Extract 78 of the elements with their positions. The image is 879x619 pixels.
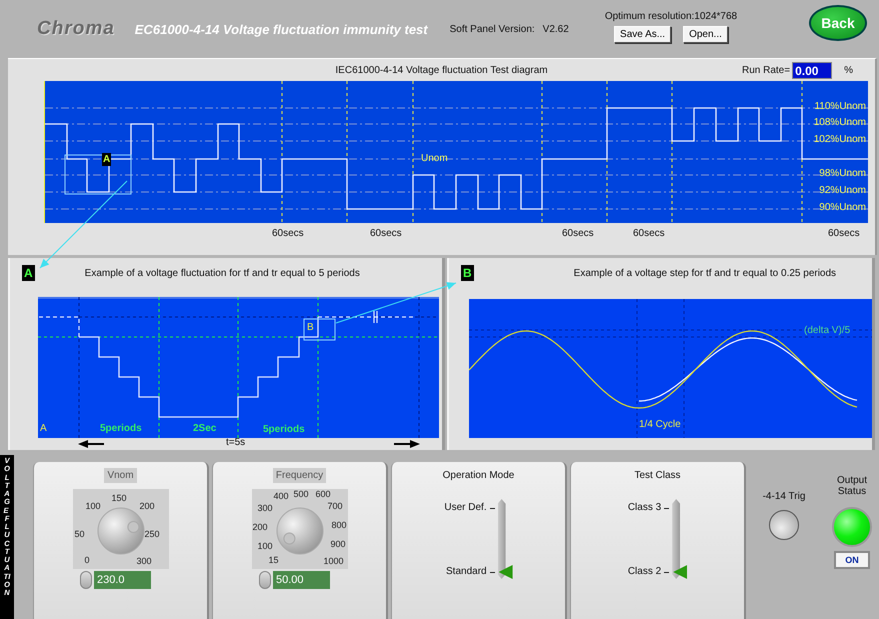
duration-label: 60secs	[633, 228, 665, 239]
value-field[interactable]: 230.0	[94, 571, 151, 589]
duration-label: 60secs	[562, 228, 594, 239]
detail-frame	[64, 154, 132, 194]
arrow-icon	[78, 440, 104, 448]
save-as-button[interactable]: Save As...	[614, 26, 672, 43]
level-label: 102%Unom	[814, 134, 866, 145]
scale-label: 600	[316, 489, 331, 499]
run-rate-label: Run Rate=	[742, 64, 790, 76]
option-label[interactable]: Standard	[446, 565, 513, 579]
logo: Chroma	[37, 18, 115, 40]
delta-label: (delta V)/5	[804, 325, 850, 336]
spin-buttons[interactable]	[259, 571, 271, 589]
scale-label: 300	[136, 556, 152, 566]
corner-label: A	[40, 423, 47, 434]
level-label: 92%Unom	[819, 185, 866, 196]
panel-title: Example of a voltage fluctuation for tf and tr equal to 5 periods	[84, 268, 360, 278]
scale-label: 200	[140, 501, 155, 511]
app-title: EC61000-4-14 Voltage fluctuation immunity test	[134, 22, 428, 36]
scale-label: 0	[84, 555, 90, 565]
resolution-note: Optimum resolution:1024*768	[604, 11, 738, 22]
panel-title: Example of a voltage step for tf and tr equal to 0.25 periods	[574, 268, 836, 278]
version-label: Soft Panel Version:	[450, 24, 535, 34]
trigger-button[interactable]	[769, 510, 799, 540]
control-label: Frequency	[272, 468, 326, 483]
status-indicator: ON	[834, 551, 870, 569]
scale-label: 500	[294, 489, 309, 499]
trigger-label: -4-14 Trig	[762, 491, 806, 502]
arrow-icon	[394, 440, 420, 448]
level-label: 110%Unom	[814, 101, 866, 112]
panel-badge: A	[22, 265, 35, 281]
duration-label: 60secs	[828, 228, 860, 239]
version-value: V2.62	[542, 24, 569, 34]
level-label: Unom	[421, 153, 448, 164]
detail-badge: A	[102, 153, 112, 166]
scale-label: 400	[274, 491, 289, 501]
cycle-label: 1/4 Cycle	[639, 419, 681, 430]
scale-label: 900	[330, 539, 346, 549]
scale-label: 250	[144, 529, 160, 539]
segment-label: 2Sec	[193, 423, 216, 434]
segment-label: 5periods	[263, 424, 305, 435]
panel-badge: B	[461, 265, 474, 281]
scale-label: 100	[258, 541, 273, 551]
value-field[interactable]: 50.00	[273, 571, 330, 589]
scale-label: 15	[268, 555, 279, 565]
control-label: Operation Mode	[442, 469, 516, 483]
control-label: Test Class	[633, 469, 682, 483]
span-label: t=5s	[226, 437, 246, 448]
level-label: 98%Unom	[819, 168, 866, 179]
scale-label: 300	[258, 503, 273, 513]
scale-label: 100	[86, 501, 101, 511]
option-label[interactable]: User Def.	[444, 501, 513, 515]
scale-label: 200	[252, 522, 268, 532]
segment-label: 5periods	[100, 423, 142, 434]
run-rate-field[interactable]: 0.00	[792, 62, 832, 78]
open-button[interactable]: Open...	[683, 26, 728, 43]
duration-label: 60secs	[370, 228, 402, 239]
scale-label: 150	[112, 493, 127, 503]
duration-label: 60secs	[272, 228, 304, 239]
unit-label: %	[844, 64, 853, 76]
slider-track[interactable]	[672, 499, 680, 579]
scale-label: 50	[74, 529, 85, 539]
level-label: 108%Unom	[814, 117, 866, 128]
control-label: Vnom	[104, 468, 137, 483]
detail-frame	[304, 318, 336, 340]
scale-label: 800	[332, 520, 347, 530]
slider-track[interactable]	[498, 499, 506, 579]
detail-label: B	[307, 322, 314, 333]
status-label: Output Status	[836, 475, 868, 497]
scale-label: 700	[328, 501, 343, 511]
spin-buttons[interactable]	[80, 571, 92, 589]
knob[interactable]	[274, 506, 324, 556]
scale-label: 1000	[324, 556, 344, 566]
diagram-title: IEC61000-4-14 Voltage fluctuation Test diagram	[335, 64, 548, 76]
option-label[interactable]: Class 2	[628, 565, 688, 579]
level-label: 90%Unom	[819, 202, 866, 213]
option-label[interactable]: Class 3	[628, 501, 688, 515]
break-mark	[374, 310, 378, 324]
